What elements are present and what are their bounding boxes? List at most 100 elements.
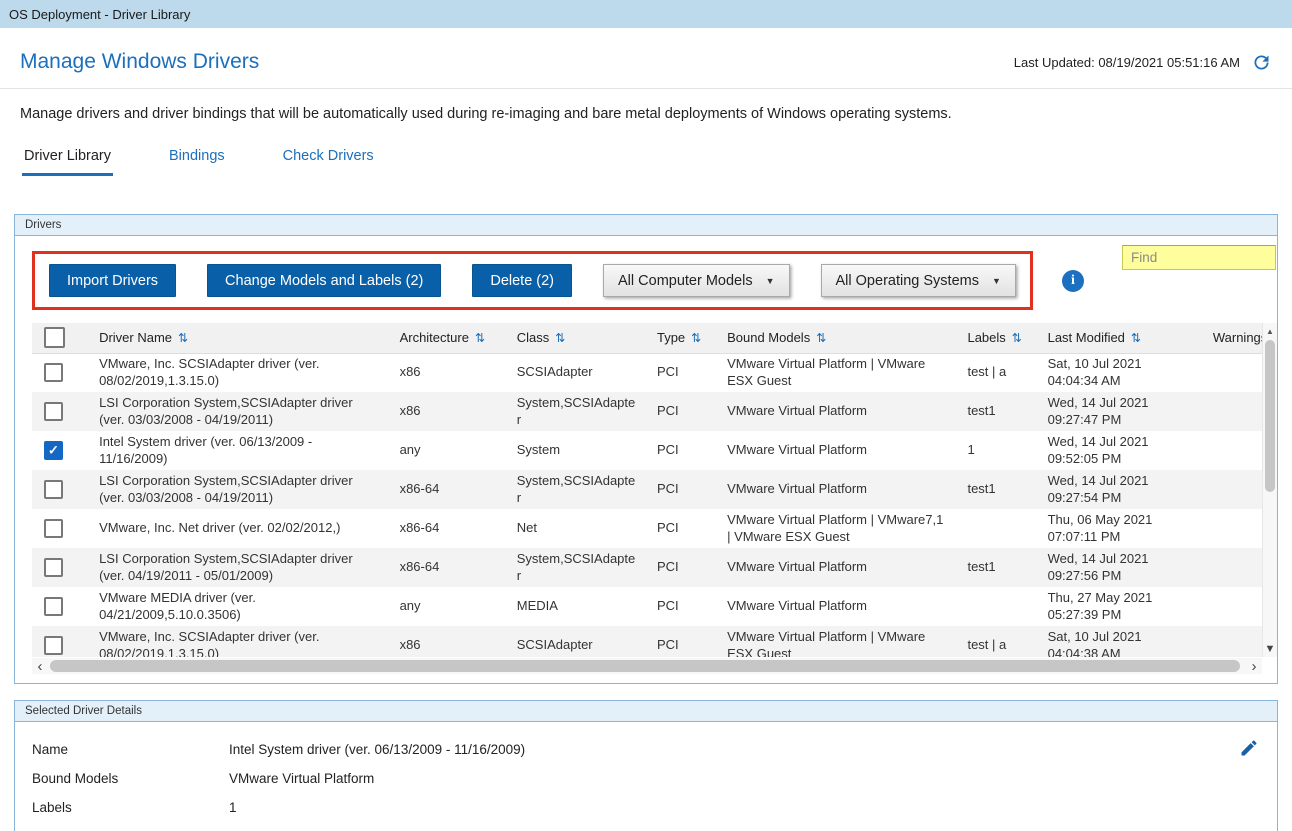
select-cell <box>32 509 89 548</box>
class-cell: SCSIAdapter <box>507 626 647 657</box>
computer-models-dropdown-value: All Computer Models <box>618 273 753 289</box>
row-checkbox[interactable] <box>44 441 63 460</box>
last-updated-text: Last Updated: 08/19/2021 05:51:16 AM <box>1014 55 1240 70</box>
type-cell: PCI <box>647 431 717 470</box>
table-row[interactable]: LSI Corporation System,SCSIAdapter drive… <box>32 548 1262 587</box>
type-cell: PCI <box>647 626 717 657</box>
driver-name-cell: VMware, Inc. SCSIAdapter driver (ver. 08… <box>89 353 389 392</box>
select-all-checkbox[interactable] <box>44 327 65 348</box>
architecture-cell: any <box>390 587 507 626</box>
column-label: Warnings <box>1213 330 1262 345</box>
architecture-cell: x86-64 <box>390 470 507 509</box>
drivers-table-area: Driver Name⇅Architecture⇅Class⇅Type⇅Boun… <box>32 323 1277 657</box>
sort-icon[interactable]: ⇅ <box>816 331 826 345</box>
last-modified-cell: Thu, 27 May 2021 05:27:39 PM <box>1038 587 1203 626</box>
table-row[interactable]: VMware, Inc. SCSIAdapter driver (ver. 08… <box>32 353 1262 392</box>
bound-models-cell: VMware Virtual Platform | VMware7,1 | VM… <box>717 509 957 548</box>
sort-icon[interactable]: ⇅ <box>1012 331 1022 345</box>
sort-icon[interactable]: ⇅ <box>475 331 485 345</box>
class-cell: System <box>507 431 647 470</box>
change-models-labels-button[interactable]: Change Models and Labels (2) <box>207 264 441 297</box>
field-label: Labels <box>32 800 229 815</box>
table-row[interactable]: LSI Corporation System,SCSIAdapter drive… <box>32 470 1262 509</box>
class-cell: SCSIAdapter <box>507 353 647 392</box>
vertical-scrollbar[interactable]: ▲ ▼ <box>1262 323 1277 657</box>
table-row[interactable]: VMware MEDIA driver (ver. 04/21/2009,5.1… <box>32 587 1262 626</box>
column-label: Last Modified <box>1048 330 1125 345</box>
last-modified-cell: Sat, 10 Jul 2021 04:04:38 AM <box>1038 626 1203 657</box>
chevron-down-icon: ▼ <box>766 276 775 286</box>
scroll-right-icon[interactable]: › <box>1246 658 1262 674</box>
vertical-scrollbar-thumb[interactable] <box>1265 340 1275 492</box>
driver-name-cell: VMware, Inc. SCSIAdapter driver (ver. 08… <box>89 626 389 657</box>
import-drivers-button[interactable]: Import Drivers <box>49 264 176 297</box>
row-checkbox[interactable] <box>44 480 63 499</box>
scroll-up-icon[interactable]: ▲ <box>1263 323 1277 339</box>
find-input[interactable] <box>1122 245 1276 270</box>
edit-icon[interactable] <box>1239 738 1259 758</box>
column-header-labels[interactable]: Labels⇅ <box>957 323 1037 353</box>
column-header-type[interactable]: Type⇅ <box>647 323 717 353</box>
sort-icon[interactable]: ⇅ <box>691 331 701 345</box>
tab-check-drivers[interactable]: Check Drivers <box>281 148 376 176</box>
labels-cell: 1 <box>957 431 1037 470</box>
class-cell: System,SCSIAdapter <box>507 470 647 509</box>
table-row[interactable]: Intel System driver (ver. 06/13/2009 - 1… <box>32 431 1262 470</box>
tab-driver-library[interactable]: Driver Library <box>22 148 113 176</box>
horizontal-scrollbar-thumb[interactable] <box>50 660 1240 672</box>
last-modified-cell: Wed, 14 Jul 2021 09:27:47 PM <box>1038 392 1203 431</box>
column-header-last-modified[interactable]: Last Modified ⇅ <box>1038 323 1203 353</box>
column-header-class[interactable]: Class⇅ <box>507 323 647 353</box>
table-header-row: Driver Name⇅Architecture⇅Class⇅Type⇅Boun… <box>32 323 1262 353</box>
select-cell <box>32 626 89 657</box>
row-checkbox[interactable] <box>44 363 63 382</box>
driver-name-cell: LSI Corporation System,SCSIAdapter drive… <box>89 548 389 587</box>
page-header: Manage Windows Drivers Last Updated: 08/… <box>0 28 1292 88</box>
column-header-bound-models[interactable]: Bound Models⇅ <box>717 323 957 353</box>
column-header-warnings[interactable]: Warnings <box>1203 323 1262 353</box>
column-header-architecture[interactable]: Architecture⇅ <box>390 323 507 353</box>
scroll-down-icon[interactable]: ▼ <box>1263 641 1277 657</box>
selected-driver-details-panel: Selected Driver Details NameIntel System… <box>14 700 1278 831</box>
labels-cell: test | a <box>957 626 1037 657</box>
row-checkbox[interactable] <box>44 597 63 616</box>
bound-models-cell: VMware Virtual Platform <box>717 431 957 470</box>
row-checkbox[interactable] <box>44 558 63 577</box>
refresh-icon[interactable] <box>1251 52 1272 73</box>
computer-models-dropdown[interactable]: All Computer Models ▼ <box>603 264 790 297</box>
row-checkbox[interactable] <box>44 519 63 538</box>
warnings-cell <box>1203 626 1262 657</box>
bound-models-cell: VMware Virtual Platform <box>717 392 957 431</box>
sort-icon[interactable]: ⇅ <box>555 331 565 345</box>
table-row[interactable]: LSI Corporation System,SCSIAdapter drive… <box>32 392 1262 431</box>
type-cell: PCI <box>647 392 717 431</box>
warnings-cell <box>1203 587 1262 626</box>
labels-cell <box>957 509 1037 548</box>
sort-icon[interactable]: ⇅ <box>178 331 188 345</box>
horizontal-scrollbar[interactable]: ‹ › <box>32 658 1262 674</box>
delete-button[interactable]: Delete (2) <box>472 264 572 297</box>
class-cell: System,SCSIAdapter <box>507 392 647 431</box>
table-row[interactable]: VMware, Inc. Net driver (ver. 02/02/2012… <box>32 509 1262 548</box>
row-checkbox[interactable] <box>44 402 63 421</box>
warnings-cell <box>1203 353 1262 392</box>
column-header-driver-name[interactable]: Driver Name ⇅ <box>89 323 389 353</box>
class-cell: MEDIA <box>507 587 647 626</box>
architecture-cell: x86 <box>390 353 507 392</box>
row-checkbox[interactable] <box>44 636 63 655</box>
column-label: Driver Name <box>99 330 172 345</box>
drivers-panel: Drivers Import Drivers Change Models and… <box>14 214 1278 684</box>
field-value: Intel System driver (ver. 06/13/2009 - 1… <box>229 742 525 757</box>
scroll-left-icon[interactable]: ‹ <box>32 658 48 674</box>
field-value: 1 <box>229 800 237 815</box>
tab-bindings[interactable]: Bindings <box>167 148 227 176</box>
warnings-cell <box>1203 548 1262 587</box>
driver-name-cell: LSI Corporation System,SCSIAdapter drive… <box>89 470 389 509</box>
labels-cell: test1 <box>957 548 1037 587</box>
architecture-cell: x86-64 <box>390 548 507 587</box>
sort-icon[interactable]: ⇅ <box>1131 331 1141 345</box>
table-row[interactable]: VMware, Inc. SCSIAdapter driver (ver. 08… <box>32 626 1262 657</box>
info-icon[interactable]: i <box>1062 270 1084 292</box>
operating-systems-dropdown[interactable]: All Operating Systems ▼ <box>821 264 1016 297</box>
last-updated: Last Updated: 08/19/2021 05:51:16 AM <box>1014 52 1272 73</box>
